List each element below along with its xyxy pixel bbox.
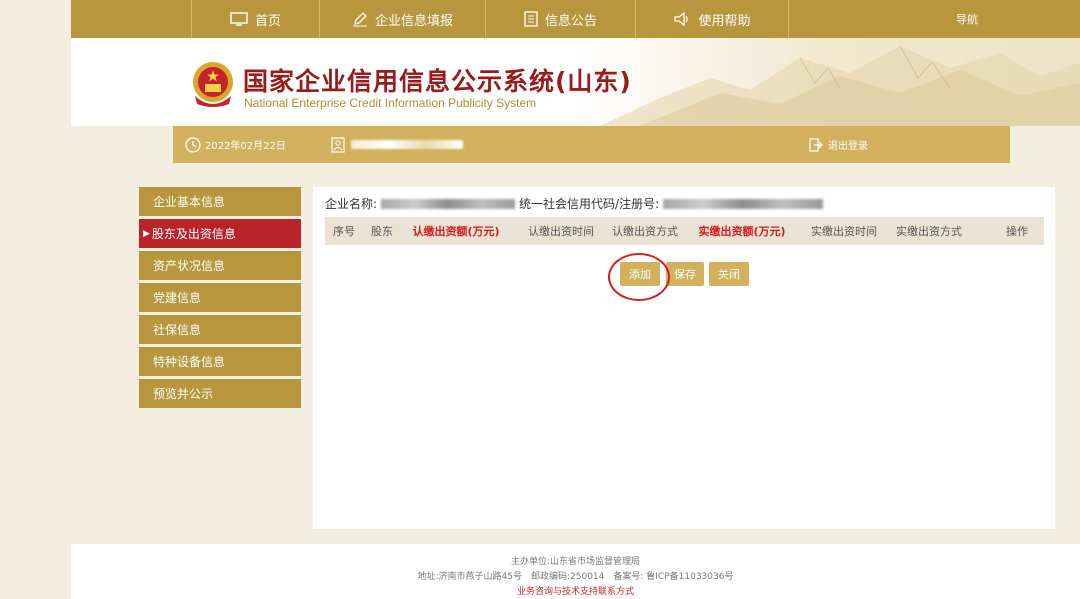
sidebar-item-label: 党建信息 bbox=[153, 291, 202, 305]
sidebar-item-preview-publish[interactable]: 预览并公示 bbox=[139, 379, 301, 408]
company-name-label: 企业名称: bbox=[325, 197, 378, 211]
monitor-icon bbox=[230, 12, 248, 26]
footer-address: 地址:济南市燕子山路45号 邮政编码:250014 备案号: 鲁ICP备1103… bbox=[417, 572, 734, 582]
nav-home-label: 首页 bbox=[254, 13, 281, 29]
top-navigation: 首页 企业信息填报 信息公告 使用帮助 导航 bbox=[71, 0, 1080, 38]
save-button[interactable]: 保存 bbox=[666, 262, 704, 286]
column-header: 认缴出资方式 bbox=[612, 225, 678, 238]
triangle-right-icon: ▶ bbox=[143, 228, 150, 239]
nav-home[interactable]: 首页 bbox=[191, 0, 319, 38]
annotation-highlight-circle bbox=[608, 253, 670, 301]
column-header: 操作 bbox=[1006, 225, 1028, 238]
footer-organizer: 主办单位:山东省市场监督管理局 bbox=[510, 557, 641, 567]
redacted-company-name bbox=[381, 198, 516, 209]
sidebar-item-party[interactable]: 党建信息 bbox=[139, 283, 301, 312]
redacted-username bbox=[351, 140, 463, 149]
speaker-icon bbox=[674, 11, 689, 27]
column-header: 实缴出资时间 bbox=[811, 225, 877, 238]
logout-label: 退出登录 bbox=[828, 141, 868, 152]
nav-help[interactable]: 使用帮助 bbox=[635, 0, 789, 38]
close-button[interactable]: 关闭 bbox=[709, 262, 749, 286]
company-info-line: 企业名称: 统一社会信用代码/注册号: bbox=[325, 195, 827, 212]
sidebar-item-basic-info[interactable]: 企业基本信息 bbox=[139, 187, 301, 216]
footer: 主办单位:山东省市场监督管理局 地址:济南市燕子山路45号 邮政编码:25001… bbox=[71, 544, 1080, 599]
sidebar-item-social-security[interactable]: 社保信息 bbox=[139, 315, 301, 344]
shareholder-table-header: 序号 股东 认缴出资额(万元) 认缴出资时间 认缴出资方式 实缴出资额(万元) … bbox=[325, 217, 1044, 245]
site-subtitle: National Enterprise Credit Information P… bbox=[244, 96, 537, 110]
logout-button[interactable]: 退出登录 bbox=[809, 126, 868, 163]
nav-guide[interactable]: 导航 bbox=[931, 0, 1003, 38]
document-icon bbox=[524, 11, 538, 27]
logout-icon bbox=[809, 137, 823, 152]
sidebar-item-label: 资产状况信息 bbox=[153, 259, 226, 273]
sidebar-item-shareholders[interactable]: ▶ 股东及出资信息 bbox=[139, 219, 301, 248]
sidebar: 企业基本信息 ▶ 股东及出资信息 资产状况信息 党建信息 社保信息 特种设备信息 … bbox=[139, 187, 301, 411]
sidebar-item-label: 股东及出资信息 bbox=[151, 227, 236, 241]
info-bar: 2022年02月22日 退出登录 bbox=[173, 126, 1010, 163]
nav-announcement[interactable]: 信息公告 bbox=[485, 0, 635, 38]
nav-guide-label: 导航 bbox=[956, 13, 978, 26]
column-header: 实缴出资方式 bbox=[896, 225, 962, 238]
clock-icon bbox=[185, 136, 201, 153]
column-header: 股东 bbox=[371, 225, 393, 238]
sidebar-item-label: 企业基本信息 bbox=[153, 195, 226, 209]
nav-help-label: 使用帮助 bbox=[698, 13, 751, 29]
pen-icon bbox=[352, 12, 367, 27]
nav-enterprise-report-label: 企业信息填报 bbox=[374, 13, 453, 29]
column-header: 认缴出资时间 bbox=[528, 225, 594, 238]
user-display bbox=[331, 126, 463, 163]
date-display: 2022年02月22日 bbox=[185, 126, 286, 163]
sidebar-item-label: 预览并公示 bbox=[153, 387, 214, 401]
date-text: 2022年02月22日 bbox=[205, 141, 286, 152]
column-header: 实缴出资额(万元) bbox=[698, 225, 786, 238]
header-banner: 国家企业信用信息公示系统(山东) National Enterprise Cre… bbox=[71, 38, 1080, 126]
site-title: 国家企业信用信息公示系统(山东) bbox=[243, 67, 632, 96]
column-header: 序号 bbox=[333, 225, 355, 238]
national-emblem-icon bbox=[193, 62, 233, 107]
sidebar-item-assets[interactable]: 资产状况信息 bbox=[139, 251, 301, 280]
credit-code-label: 统一社会信用代码/注册号: bbox=[519, 197, 660, 211]
user-card-icon bbox=[331, 136, 345, 153]
main-content: 企业名称: 统一社会信用代码/注册号: 序号 股东 认缴出资额(万元) 认缴出资… bbox=[313, 187, 1055, 529]
sidebar-item-label: 特种设备信息 bbox=[153, 355, 226, 369]
footer-support-link[interactable]: 业务咨询与技术支持联系方式 bbox=[71, 584, 1080, 597]
sidebar-item-special-equipment[interactable]: 特种设备信息 bbox=[139, 347, 301, 376]
mountain-illustration bbox=[600, 45, 1080, 126]
nav-enterprise-report[interactable]: 企业信息填报 bbox=[319, 0, 485, 38]
column-header: 认缴出资额(万元) bbox=[412, 225, 500, 238]
nav-announcement-label: 信息公告 bbox=[544, 13, 597, 29]
redacted-credit-code bbox=[663, 198, 824, 209]
sidebar-item-label: 社保信息 bbox=[153, 323, 202, 337]
